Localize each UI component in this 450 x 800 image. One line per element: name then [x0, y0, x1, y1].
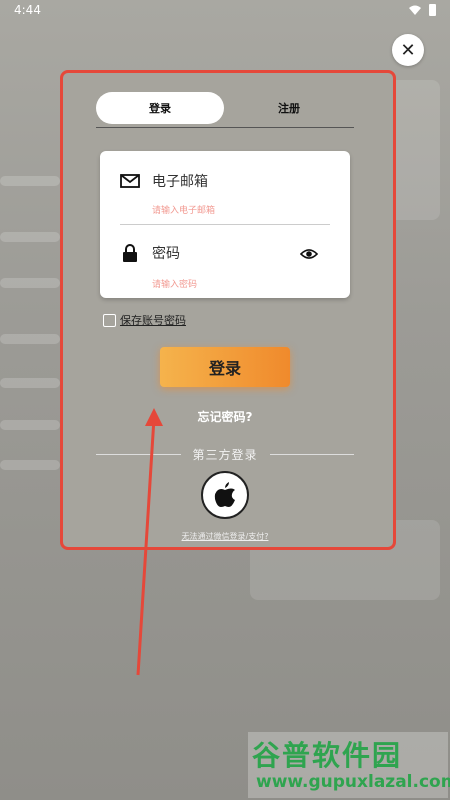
bg-stripe [0, 176, 60, 186]
email-field[interactable]: 请输入电子邮箱 [152, 203, 215, 216]
status-bar: 4:44 [0, 0, 450, 20]
bg-stripe [0, 232, 60, 242]
watermark: 谷普软件园 www.gupuxlazal.com [248, 732, 450, 798]
watermark-url: www.gupuxlazal.com [256, 772, 450, 792]
third-party-label: 第三方登录 [192, 448, 258, 462]
wifi-icon [409, 5, 421, 15]
apple-login-button[interactable] [201, 471, 249, 519]
bg-stripe [0, 378, 60, 388]
remember-label: 保存账号密码 [120, 314, 186, 327]
tab-register[interactable]: 注册 [224, 92, 354, 124]
auth-tabs: 登录 注册 [96, 92, 354, 128]
apple-icon [214, 482, 235, 507]
email-label: 电子邮箱 [152, 174, 208, 190]
watermark-title: 谷普软件园 [252, 739, 403, 772]
third-party-divider: 第三方登录 [96, 446, 355, 463]
bg-stripe [0, 278, 60, 288]
mail-icon [120, 174, 140, 188]
field-divider [120, 224, 330, 225]
forgot-password-link[interactable]: 忘记密码? [0, 408, 450, 425]
bg-stripe [0, 460, 60, 470]
remember-checkbox[interactable] [103, 313, 116, 327]
battery-icon [429, 4, 436, 16]
eye-icon[interactable] [300, 247, 318, 261]
close-button[interactable]: ✕ [392, 34, 424, 66]
password-label: 密码 [152, 246, 180, 262]
wechat-issue-link[interactable]: 无法通过微信登录/支付? [0, 531, 450, 542]
login-form-card: 电子邮箱 请输入电子邮箱 密码 请输入密码 [100, 151, 350, 298]
remember-password[interactable]: 保存账号密码 [103, 312, 186, 328]
bg-stripe [0, 334, 60, 344]
status-time: 4:44 [14, 3, 41, 17]
divider-line [269, 454, 355, 455]
close-icon: ✕ [400, 39, 416, 61]
divider-line [96, 454, 181, 455]
lock-icon [123, 244, 137, 262]
password-field[interactable]: 请输入密码 [152, 277, 197, 290]
login-button[interactable]: 登录 [160, 347, 290, 387]
tab-login[interactable]: 登录 [96, 92, 224, 124]
